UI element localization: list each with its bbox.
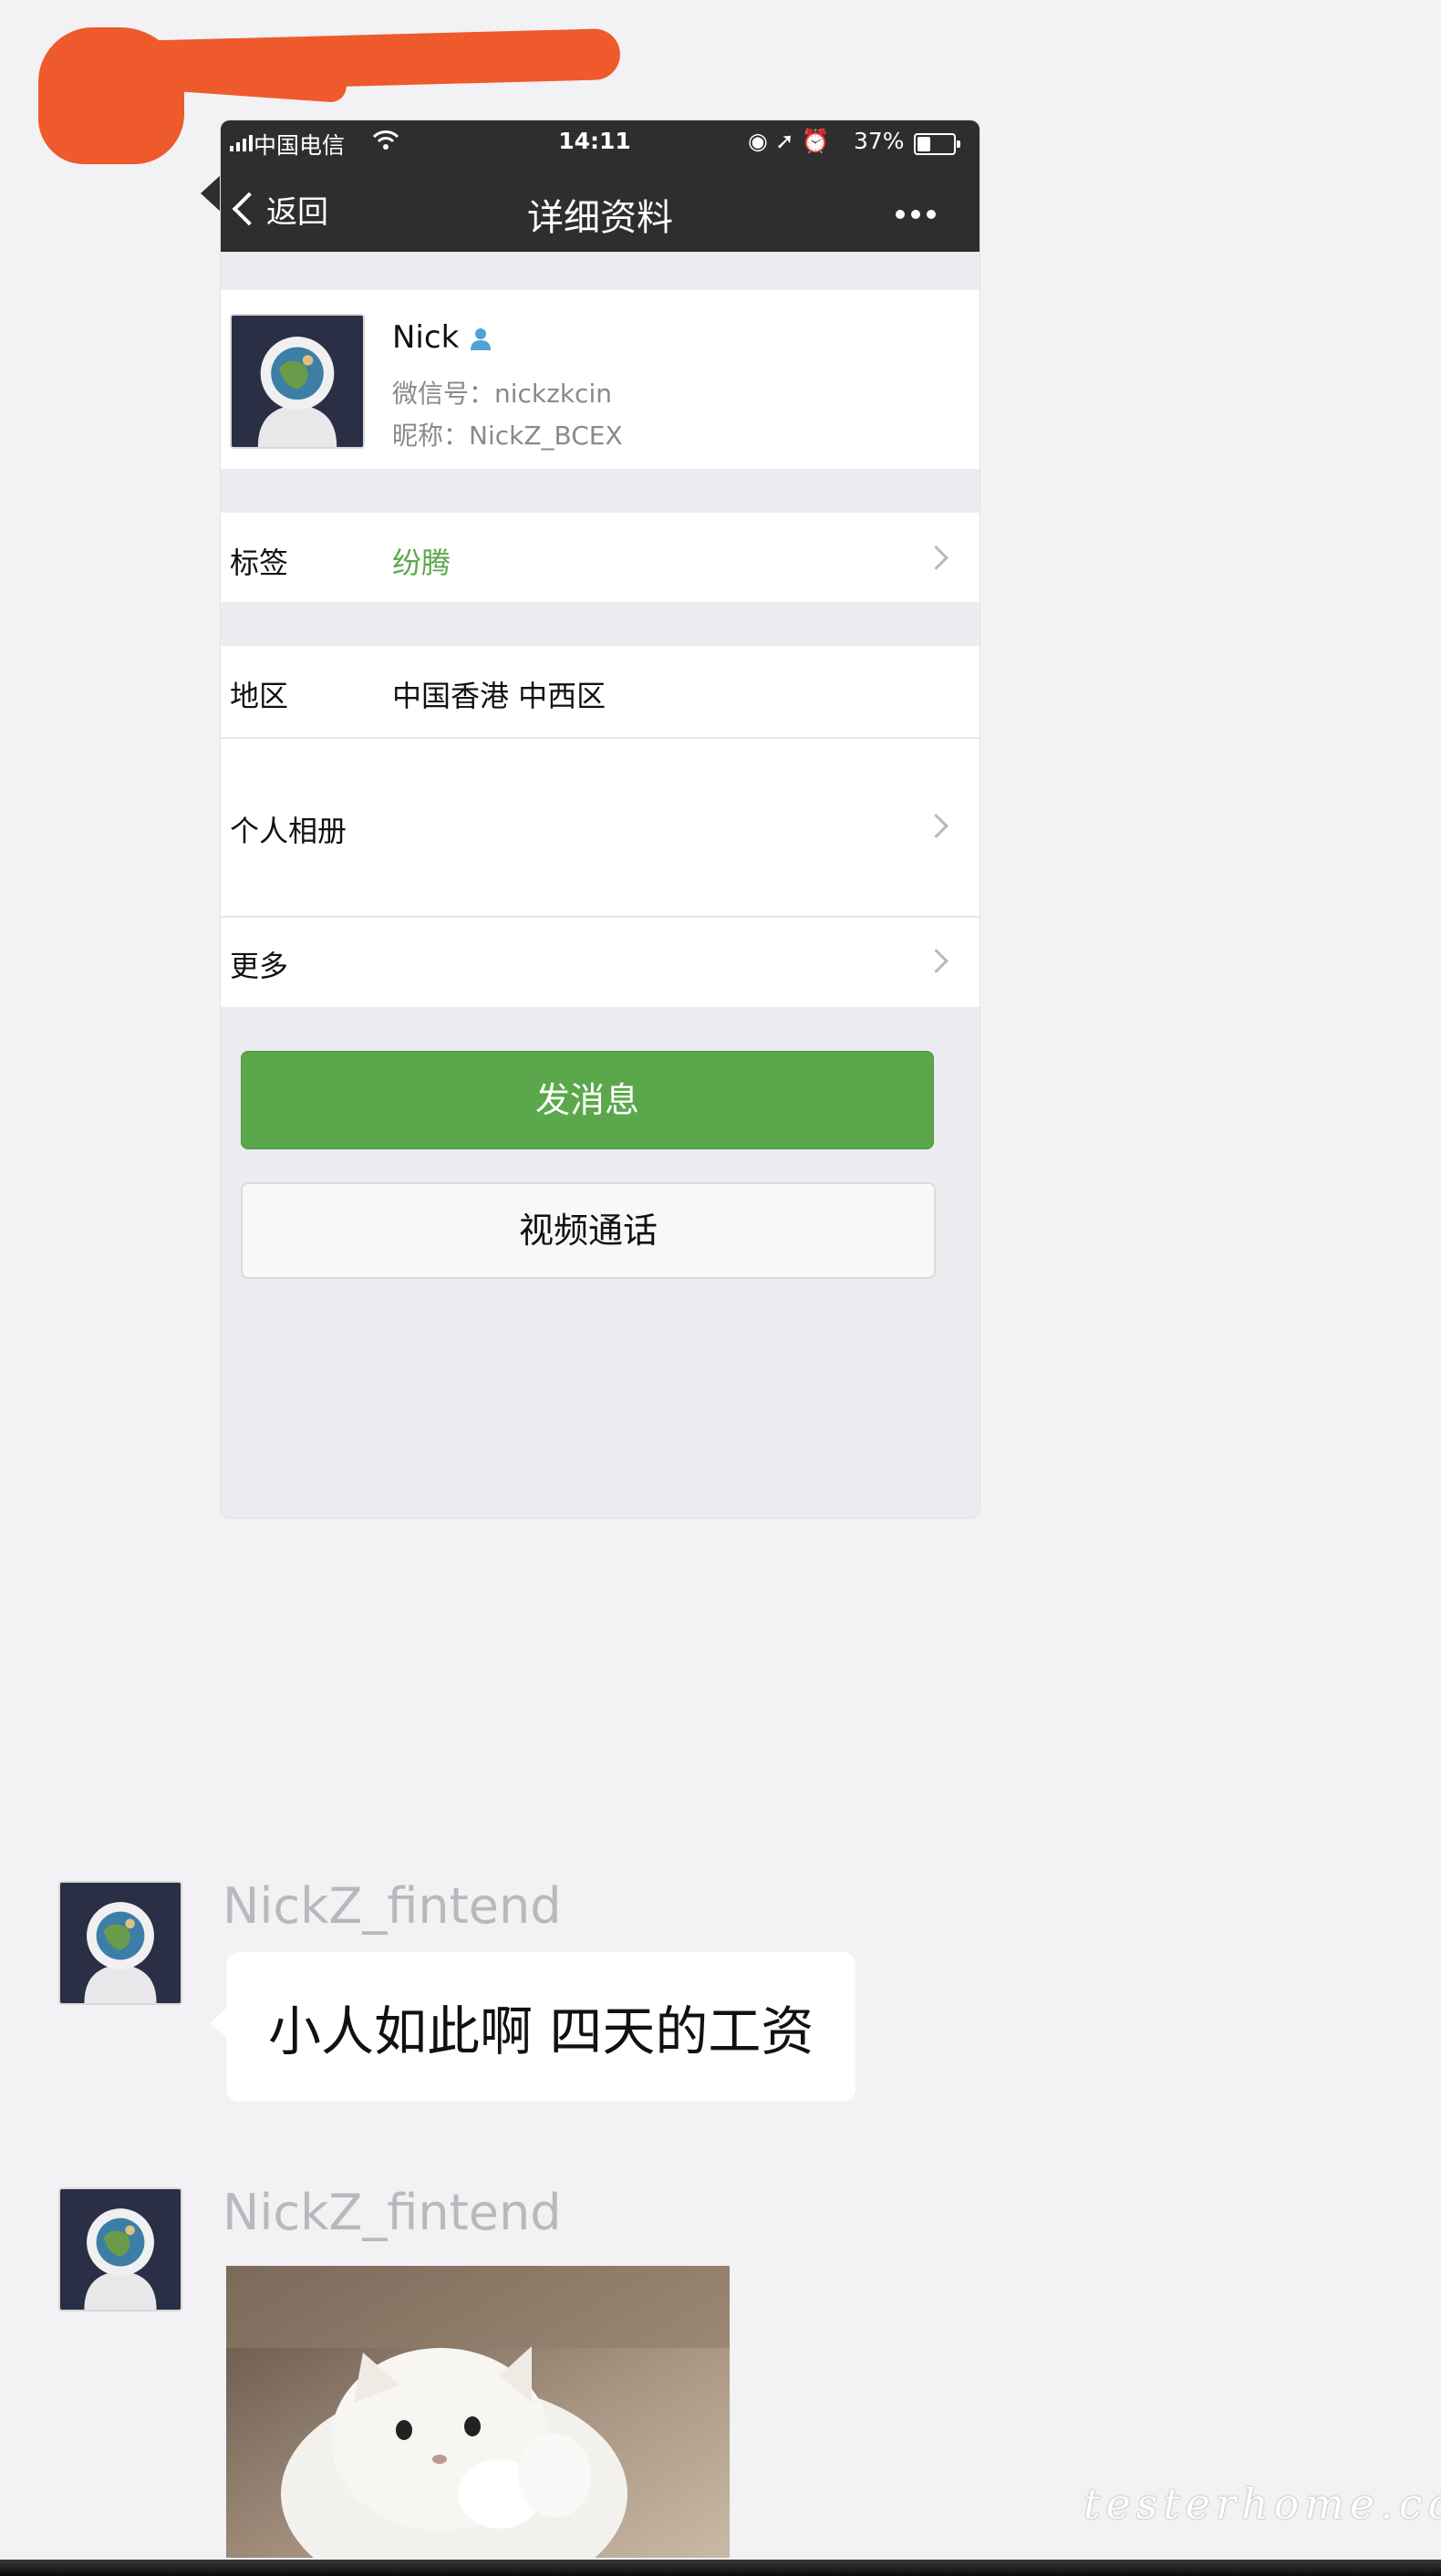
status-icons: ◉➚⏰ <box>748 128 837 154</box>
battery-percent: 37% <box>854 128 905 154</box>
watermark: testerhome.com <box>1083 2479 1441 2529</box>
contact-person-icon <box>467 325 494 352</box>
tag-label: 标签 <box>230 545 289 580</box>
sender-avatar[interactable] <box>58 1881 182 2005</box>
bottom-edge <box>0 2560 1441 2576</box>
send-message-button[interactable]: 发消息 <box>241 1051 934 1149</box>
more-row[interactable]: 更多 <box>221 918 980 1007</box>
profile-name: Nick <box>392 319 460 356</box>
sender-avatar[interactable] <box>58 2187 182 2311</box>
chevron-left-icon <box>232 192 266 226</box>
sender-name: NickZ_fintend <box>223 1877 562 1935</box>
more-menu-icon[interactable] <box>896 210 936 219</box>
region-label: 地区 <box>230 679 289 713</box>
status-bar: 中国电信 14:11 ◉➚⏰ 37% <box>221 120 980 164</box>
wifi-icon <box>372 128 399 159</box>
message-bubble[interactable]: 小人如此啊 四天的工资 <box>226 1952 856 2102</box>
carrier-label: 中国电信 <box>254 132 346 159</box>
battery-icon <box>914 133 960 155</box>
personal-album-row[interactable]: 个人相册 <box>221 739 980 918</box>
nav-bar: 返回 详细资料 <box>221 164 980 252</box>
chevron-right-icon <box>924 949 949 973</box>
chevron-right-icon <box>924 814 949 838</box>
page-title: 详细资料 <box>527 197 673 239</box>
region-row: 地区 中国香港 中西区 <box>221 646 980 739</box>
back-button[interactable]: 返回 <box>228 186 328 232</box>
astronaut-avatar-icon <box>60 1883 181 2003</box>
album-label: 个人相册 <box>230 814 347 848</box>
image-bubble-tail <box>201 173 223 213</box>
profile-avatar[interactable] <box>230 314 365 449</box>
back-label: 返回 <box>266 193 328 231</box>
video-call-button[interactable]: 视频通话 <box>241 1182 936 1279</box>
region-value: 中国香港 中西区 <box>392 679 606 713</box>
wechat-id: 微信号：nickzkcin <box>392 379 612 409</box>
tag-row[interactable]: 标签 纷腾 <box>221 513 980 602</box>
message-bubble-tail <box>210 2007 228 2040</box>
cat-sticker-image[interactable] <box>226 2266 730 2558</box>
signal-icon <box>230 135 253 151</box>
redacted-avatar <box>38 27 184 164</box>
astronaut-avatar-icon <box>232 316 363 447</box>
more-label: 更多 <box>230 949 289 983</box>
chevron-right-icon <box>924 545 949 570</box>
profile-card: Nick 微信号：nickzkcin 昵称：NickZ_BCEX <box>221 290 980 469</box>
profile-screenshot-image[interactable]: 中国电信 14:11 ◉➚⏰ 37% 返回 详细资料 Nick 微信号：nick… <box>221 120 980 1518</box>
sender-name: NickZ_fintend <box>223 2184 562 2241</box>
cat-image <box>226 2266 730 2558</box>
astronaut-avatar-icon <box>60 2189 181 2310</box>
profile-nickname: 昵称：NickZ_BCEX <box>392 421 623 451</box>
status-time: 14:11 <box>558 128 631 154</box>
tag-value: 纷腾 <box>392 545 451 580</box>
